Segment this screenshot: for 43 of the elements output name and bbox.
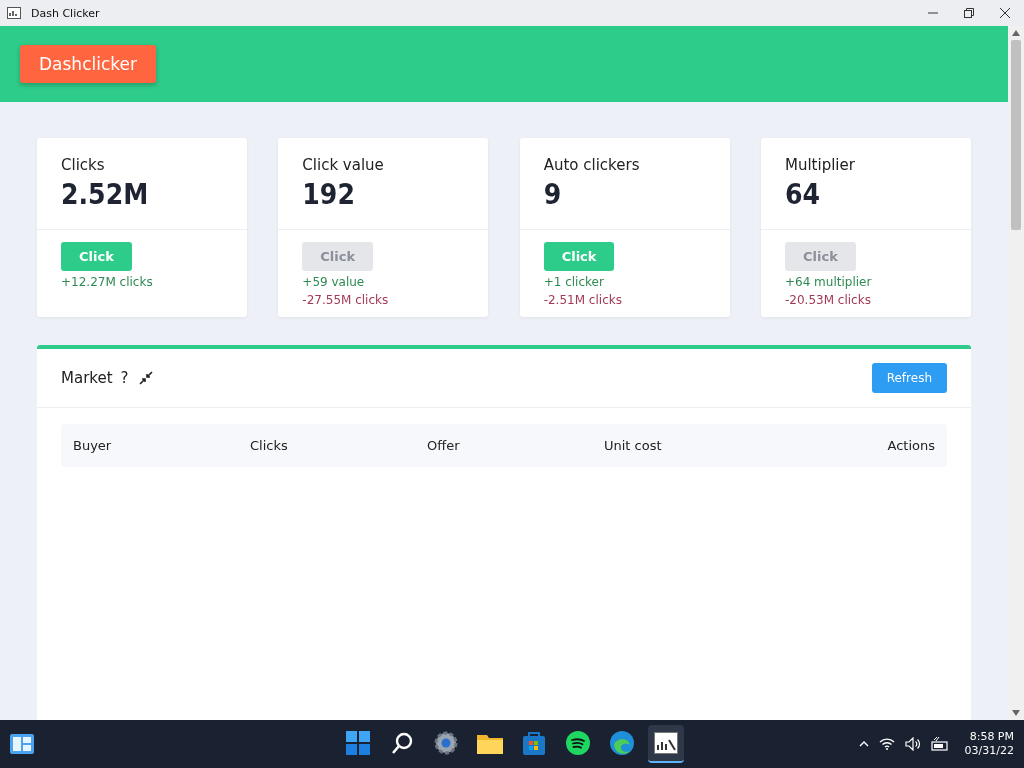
- widgets-icon[interactable]: [10, 734, 34, 754]
- gain-text: +1 clicker: [543, 275, 604, 289]
- battery-icon[interactable]: [930, 737, 949, 751]
- clock-time[interactable]: 8:58 PM: [969, 730, 1014, 744]
- restore-icon[interactable]: [964, 8, 974, 18]
- column-header: Offer: [427, 438, 461, 453]
- cost-text: -20.53M clicks: [785, 293, 871, 307]
- column-header: Buyer: [73, 438, 113, 453]
- speaker-icon[interactable]: [904, 737, 921, 751]
- collapse-icon[interactable]: [138, 371, 153, 385]
- scroll-down-icon[interactable]: [1012, 710, 1020, 716]
- stat-label: Auto clickers: [543, 156, 641, 174]
- click-button[interactable]: Click: [61, 242, 132, 271]
- clock-date[interactable]: 03/31/22: [964, 744, 1014, 758]
- stat-value: 64: [785, 178, 822, 211]
- stat-label: Multiplier: [785, 156, 856, 174]
- logo[interactable]: Dashclicker: [20, 45, 156, 83]
- panel-title: Market: [61, 369, 113, 387]
- chart-icon: [7, 7, 21, 19]
- click-button[interactable]: Click: [543, 242, 615, 271]
- cost-text: -27.55M clicks: [302, 293, 389, 307]
- stat-label: Clicks: [61, 156, 106, 174]
- stat-value: 192: [302, 178, 356, 211]
- column-header: Unit cost: [604, 438, 663, 453]
- stat-value: 2.52M: [61, 178, 150, 211]
- stat-value: 9: [543, 178, 563, 211]
- column-header: Actions: [886, 438, 935, 453]
- gain-text: +64 multiplier: [785, 275, 872, 289]
- gain-text: +59 value: [302, 275, 365, 289]
- column-header: Clicks: [250, 438, 289, 453]
- close-icon[interactable]: [1000, 8, 1010, 18]
- refresh-button[interactable]: Refresh: [871, 363, 947, 393]
- cost-text: -2.51M clicks: [543, 293, 622, 307]
- scrollbar[interactable]: [1008, 26, 1024, 720]
- help-link[interactable]: ?: [120, 369, 129, 387]
- stat-label: Click value: [302, 156, 385, 174]
- app-app-icon[interactable]: [648, 725, 684, 763]
- scroll-up-icon[interactable]: [1012, 30, 1020, 36]
- scroll-thumb[interactable]: [1011, 40, 1021, 230]
- wifi-icon[interactable]: [878, 738, 895, 750]
- chevron-up-icon[interactable]: [858, 741, 869, 747]
- gain-text: +12.27M clicks: [61, 275, 153, 289]
- window-title: Dash Clicker: [31, 6, 100, 20]
